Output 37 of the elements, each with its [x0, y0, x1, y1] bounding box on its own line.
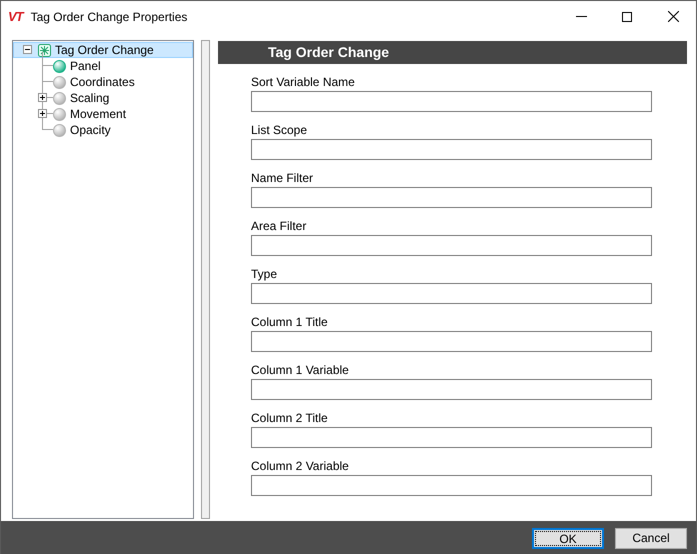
- input-field[interactable]: [251, 475, 652, 496]
- tree-item[interactable]: Movement: [52, 106, 128, 122]
- field-label: Area Filter: [251, 218, 308, 234]
- collapse-icon[interactable]: [23, 45, 32, 54]
- field-label: Column 2 Variable: [251, 458, 350, 474]
- window-title: Tag Order Change Properties: [30, 8, 188, 26]
- input-field[interactable]: [251, 379, 652, 400]
- node-icon: [38, 44, 51, 56]
- input-field[interactable]: [251, 187, 652, 208]
- tree-item[interactable]: Tag Order Change: [13, 42, 193, 58]
- minimize-icon: [576, 16, 586, 17]
- app-logo: VT: [8, 10, 23, 23]
- close-icon: [668, 11, 678, 22]
- tree-item[interactable]: Coordinates: [52, 74, 137, 90]
- expand-icon[interactable]: [38, 93, 47, 102]
- input-field[interactable]: [251, 331, 652, 352]
- input-field[interactable]: [251, 91, 652, 112]
- field-label: Column 1 Title: [251, 314, 329, 330]
- field-label: List Scope: [251, 122, 308, 138]
- tree-item[interactable]: Scaling: [52, 90, 112, 106]
- panel-header: Tag Order Change: [218, 41, 687, 64]
- expand-icon[interactable]: [38, 109, 47, 118]
- input-field[interactable]: [251, 139, 652, 160]
- splitter[interactable]: [201, 40, 210, 519]
- tree-item[interactable]: Panel: [52, 58, 103, 74]
- field-label: Name Filter: [251, 170, 314, 186]
- field-label: Sort Variable Name: [251, 74, 356, 90]
- input-field[interactable]: [251, 283, 652, 304]
- dialog-button[interactable]: OK: [532, 528, 604, 548]
- maximize-icon: [622, 12, 632, 22]
- input-field[interactable]: [251, 235, 652, 256]
- tree-item[interactable]: Opacity: [52, 122, 113, 138]
- dialog-button[interactable]: Cancel: [615, 528, 687, 548]
- field-label: Column 2 Title: [251, 410, 329, 426]
- field-label: Type: [251, 266, 278, 282]
- field-label: Column 1 Variable: [251, 362, 350, 378]
- input-field[interactable]: [251, 427, 652, 448]
